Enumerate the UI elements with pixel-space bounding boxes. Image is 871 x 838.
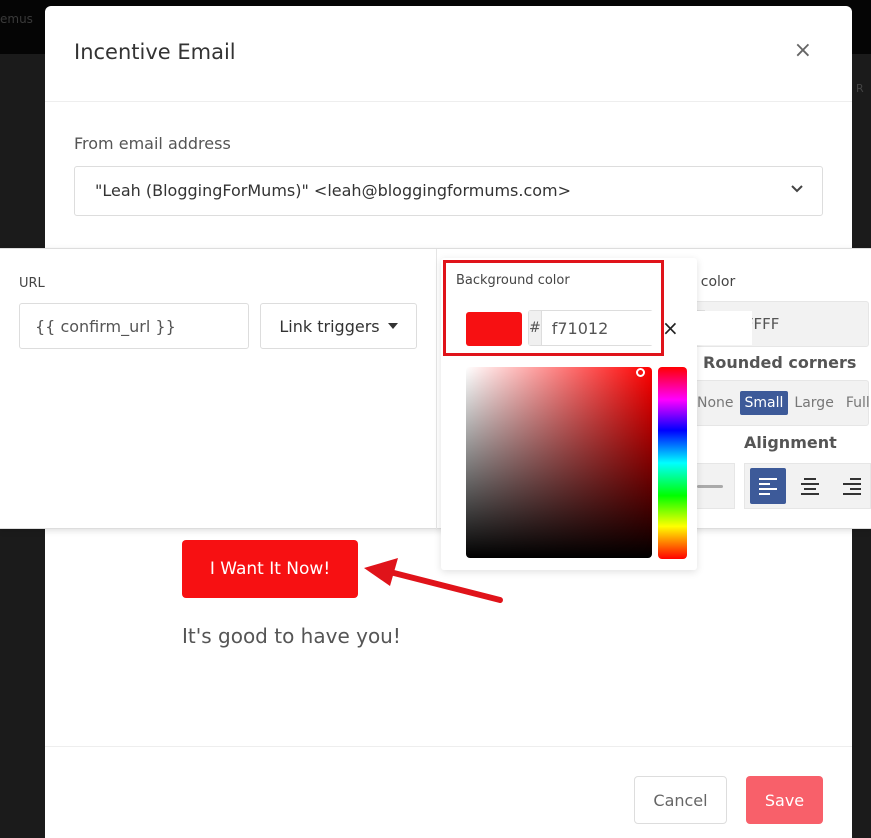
align-right-button[interactable] bbox=[834, 468, 870, 504]
alignment-group bbox=[744, 463, 871, 509]
align-right-icon bbox=[843, 478, 861, 495]
alignment-label: Alignment bbox=[744, 433, 837, 452]
from-email-value: "Leah (BloggingForMums)" <leah@bloggingf… bbox=[95, 181, 572, 200]
color-picker-handle[interactable] bbox=[636, 368, 645, 377]
preview-body-text: It's good to have you! bbox=[182, 624, 401, 648]
rounded-option-small[interactable]: Small bbox=[739, 391, 789, 415]
chevron-down-icon bbox=[791, 185, 803, 193]
align-center-icon bbox=[801, 478, 819, 495]
background-side-text: R bbox=[856, 82, 864, 95]
modal-header: Incentive Email × bbox=[45, 6, 852, 102]
link-triggers-label: Link triggers bbox=[279, 316, 380, 336]
slider-track bbox=[697, 485, 723, 488]
rounded-corners-label: Rounded corners bbox=[703, 353, 857, 372]
align-center-button[interactable] bbox=[792, 468, 828, 504]
caret-down-icon bbox=[387, 323, 398, 329]
url-label: URL bbox=[19, 276, 45, 291]
annotation-highlight-box bbox=[443, 260, 664, 356]
from-email-label: From email address bbox=[74, 134, 231, 153]
background-topbar-text: emus bbox=[0, 12, 33, 26]
clear-color-icon[interactable]: × bbox=[662, 316, 679, 340]
rounded-corners-group: None Small Large Full bbox=[690, 380, 871, 426]
preview-cta-button[interactable]: I Want It Now! bbox=[182, 540, 358, 598]
align-left-button[interactable] bbox=[750, 468, 786, 504]
toolbar-divider bbox=[436, 249, 437, 530]
save-button[interactable]: Save bbox=[746, 776, 823, 824]
url-input[interactable] bbox=[19, 303, 249, 349]
saturation-value-area[interactable] bbox=[466, 367, 652, 558]
hue-slider[interactable] bbox=[658, 367, 687, 559]
link-triggers-dropdown[interactable]: Link triggers bbox=[260, 303, 417, 349]
close-button[interactable]: × bbox=[794, 40, 812, 62]
cancel-button[interactable]: Cancel bbox=[634, 776, 727, 824]
footer-divider bbox=[45, 746, 852, 747]
rounded-option-large[interactable]: Large bbox=[788, 395, 839, 411]
rounded-option-none[interactable]: None bbox=[691, 395, 740, 411]
button-settings-toolbar: URL Link triggers Text color #FFFFFF Rou… bbox=[0, 248, 871, 530]
from-email-select[interactable]: "Leah (BloggingForMums)" <leah@bloggingf… bbox=[74, 166, 823, 216]
modal-title: Incentive Email bbox=[74, 40, 236, 64]
rounded-option-full[interactable]: Full bbox=[840, 395, 871, 411]
align-left-icon bbox=[759, 478, 777, 495]
